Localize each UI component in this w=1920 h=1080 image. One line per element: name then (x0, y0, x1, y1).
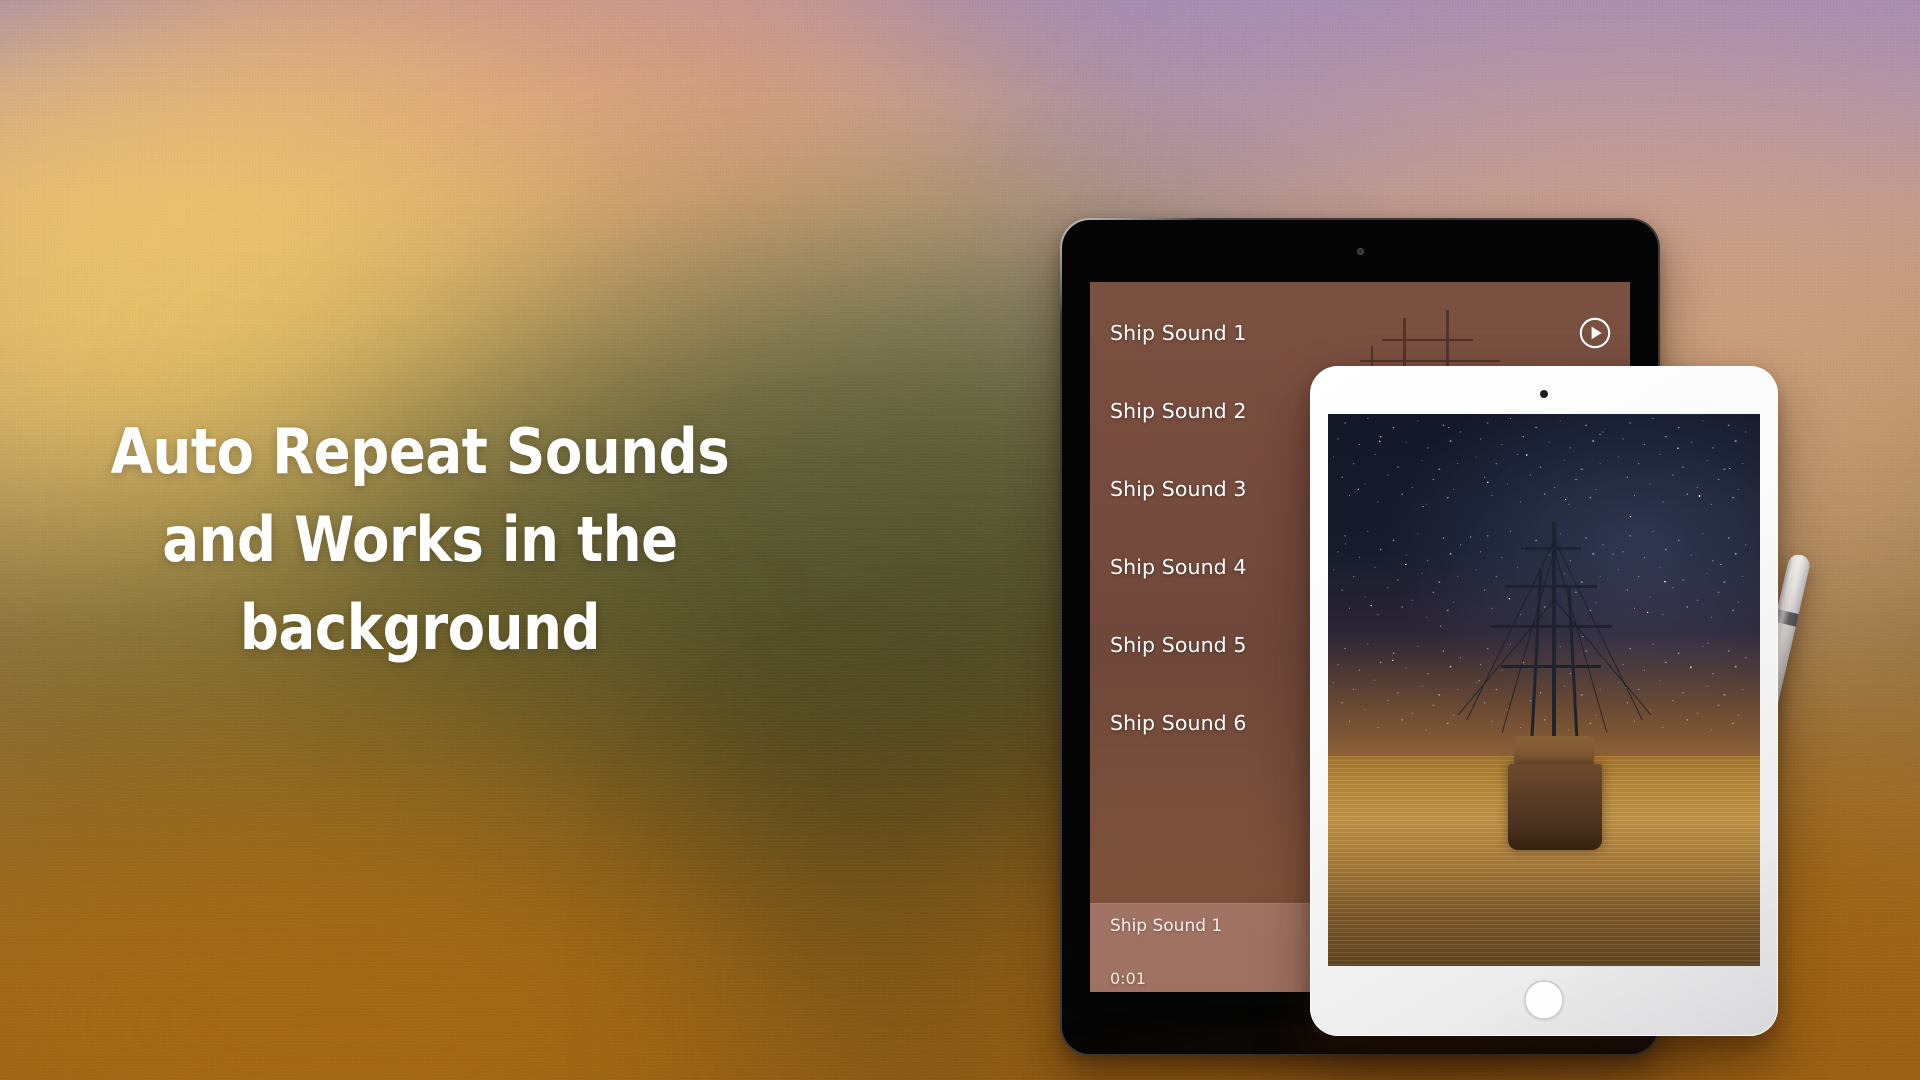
ship-yard (1505, 585, 1597, 589)
now-playing-title: Ship Sound 1 (1110, 916, 1223, 936)
home-button[interactable] (1524, 980, 1564, 1020)
sound-item-label: Ship Sound 4 (1110, 555, 1247, 579)
ship-rigging (1501, 549, 1555, 733)
list-item[interactable]: Ship Sound 1 (1090, 294, 1630, 372)
ship-rigging (1554, 539, 1643, 721)
promo-headline: Auto Repeat Sounds and Works in the back… (110, 415, 730, 664)
front-camera-icon (1540, 390, 1548, 398)
promo-banner: Auto Repeat Sounds and Works in the back… (0, 0, 1920, 1080)
ship-rigging (1466, 539, 1555, 721)
sound-item-label: Ship Sound 5 (1110, 633, 1247, 657)
ship-yard (1490, 625, 1612, 629)
ship-rigging (1457, 599, 1555, 716)
ship-yard (1501, 665, 1601, 669)
front-camera-icon (1356, 248, 1364, 255)
sound-item-label: Ship Sound 3 (1110, 477, 1247, 501)
sound-item-label: Ship Sound 1 (1110, 321, 1247, 345)
white-tablet (1310, 366, 1778, 1036)
ship-rigging (1554, 549, 1608, 733)
elapsed-time: 0:01 (1110, 969, 1146, 988)
ship-hull (1508, 764, 1602, 851)
white-tablet-screen (1328, 414, 1760, 966)
play-circle-icon[interactable] (1578, 316, 1612, 350)
ship-mizzen-mast (1567, 588, 1579, 751)
tall-ship-illustration (1456, 510, 1652, 851)
ship-rigging (1554, 599, 1652, 716)
sound-item-label: Ship Sound 6 (1110, 711, 1247, 735)
sound-item-label: Ship Sound 2 (1110, 399, 1247, 423)
